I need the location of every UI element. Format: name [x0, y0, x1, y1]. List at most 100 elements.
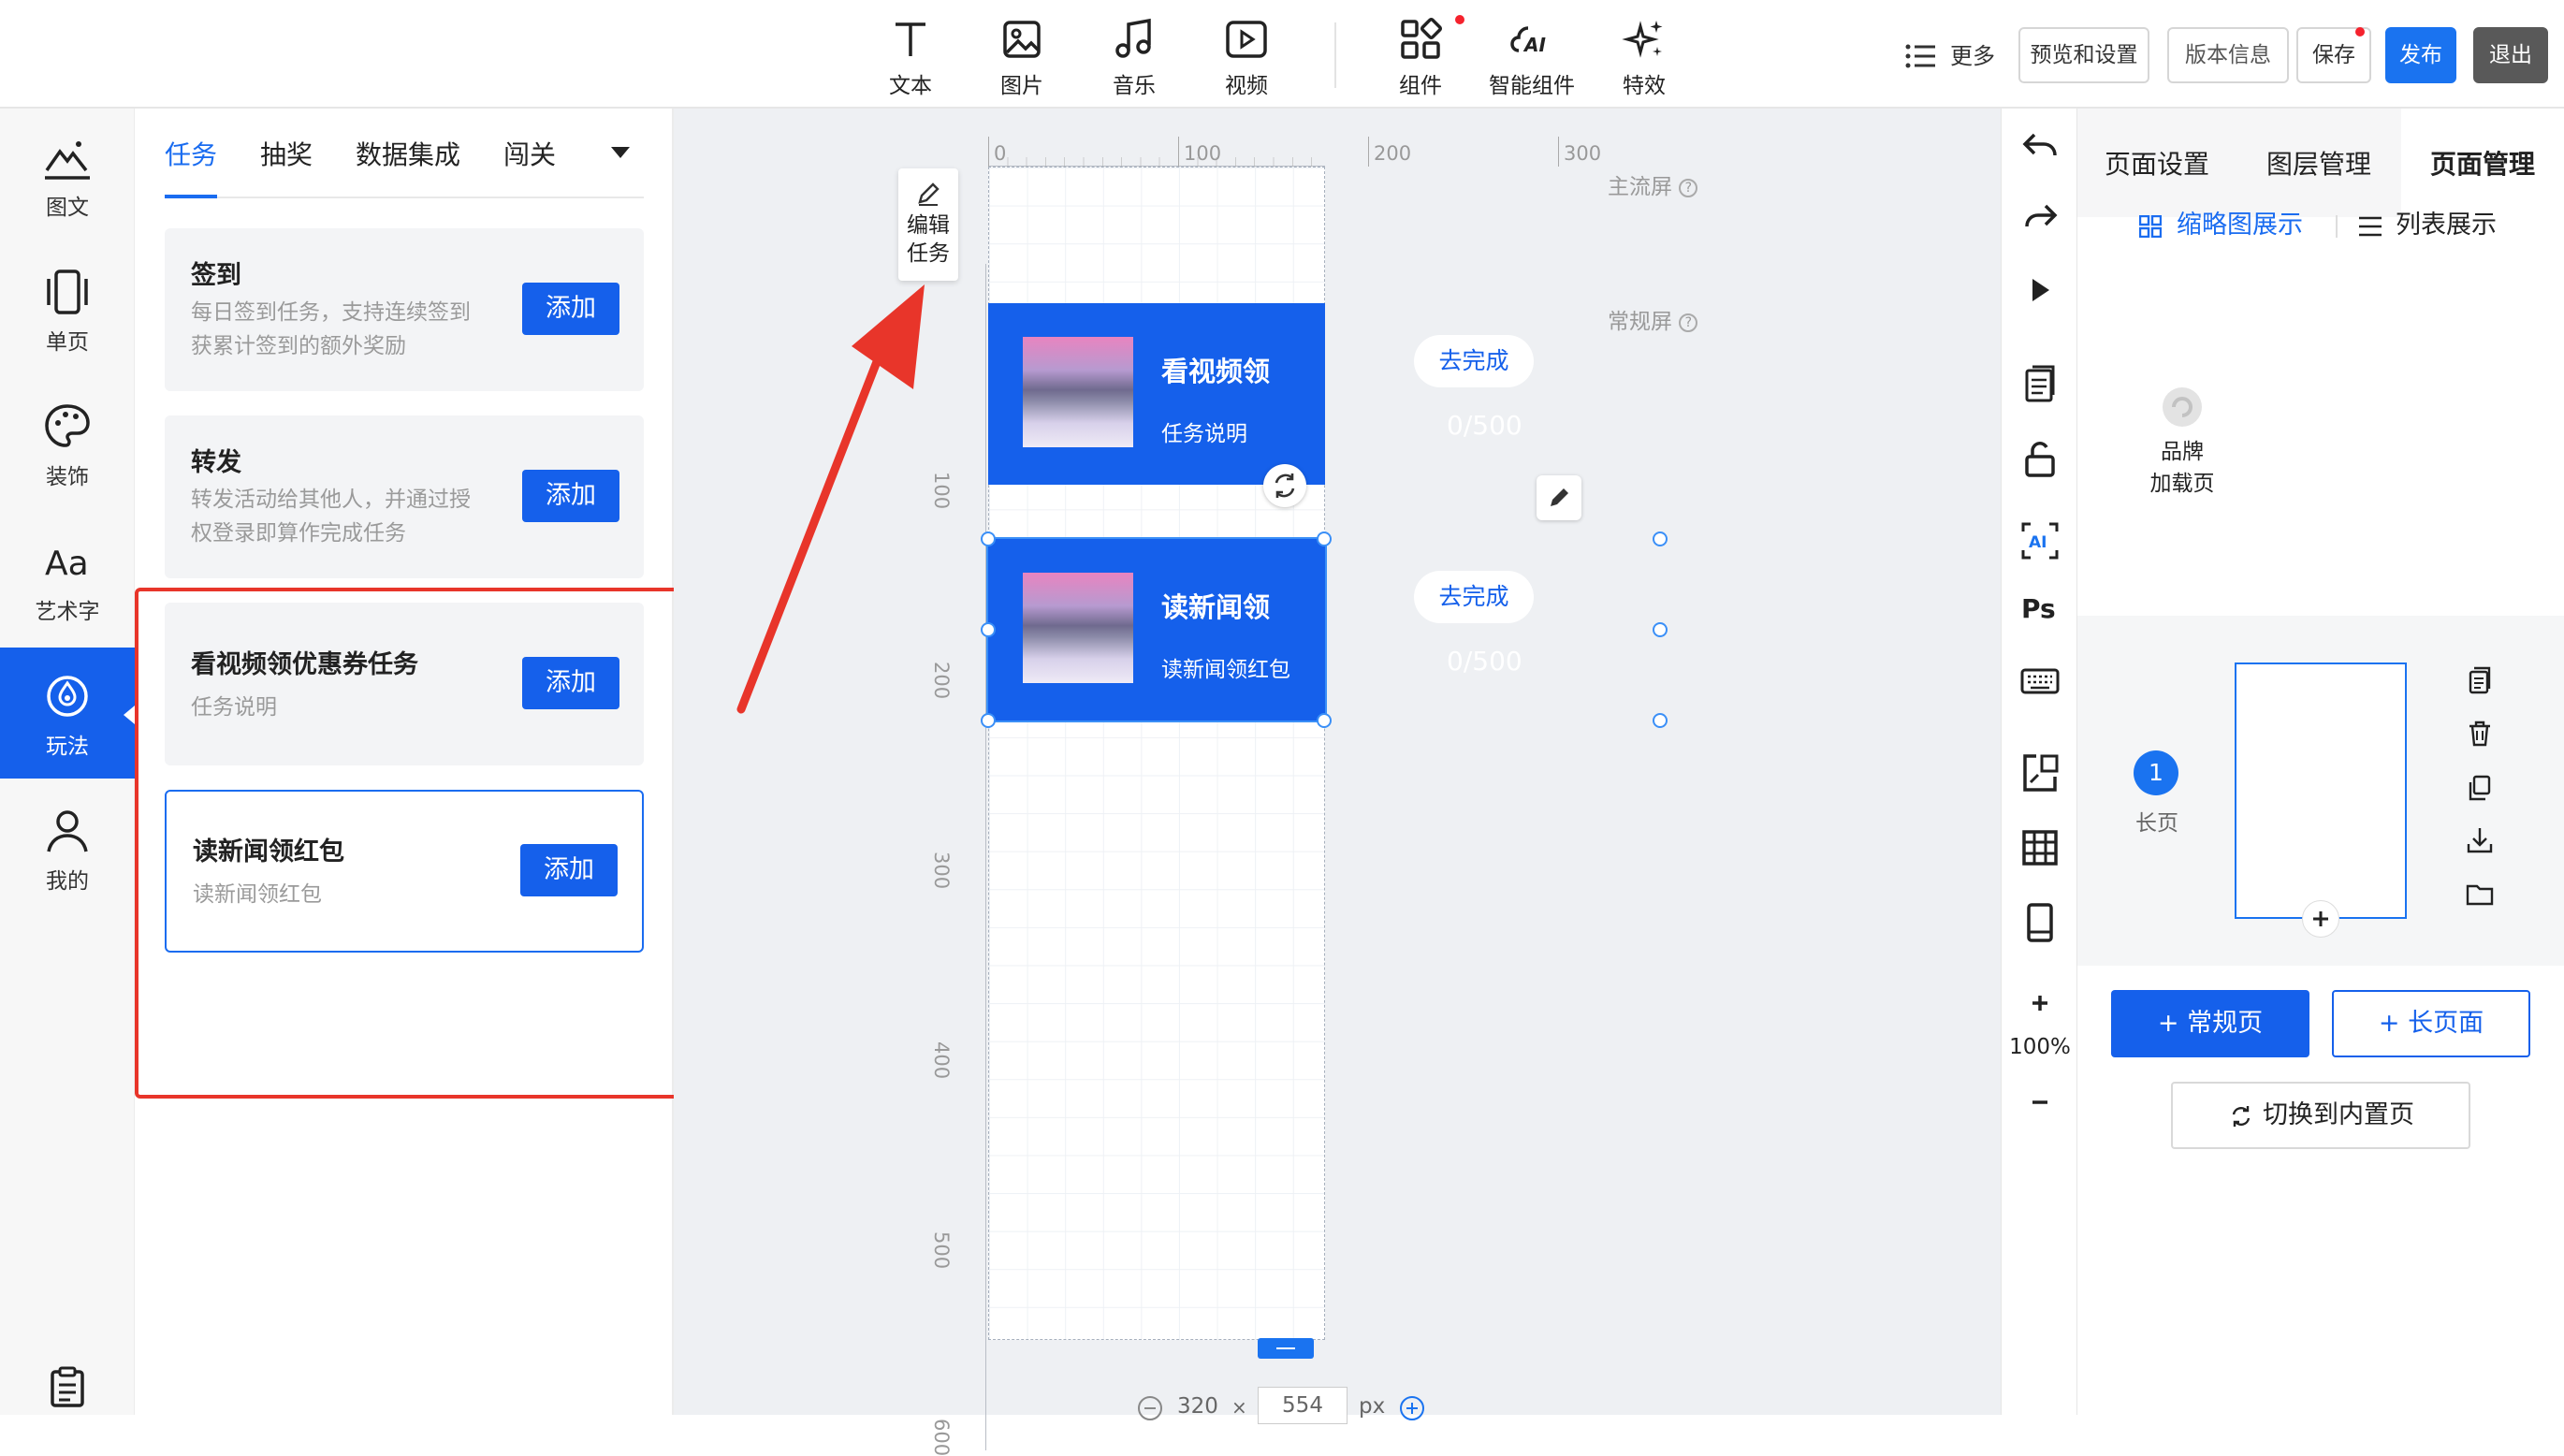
resize-handle[interactable] [981, 531, 996, 546]
add-button[interactable]: 添加 [522, 470, 619, 522]
page-height-input[interactable]: 554 [1258, 1387, 1348, 1424]
tab-active-underline [165, 195, 217, 198]
add-button[interactable]: 添加 [522, 283, 619, 335]
download-icon[interactable] [2463, 823, 2497, 857]
tab-data-integration[interactable]: 数据集成 [356, 135, 460, 172]
zoom-in-icon[interactable] [1398, 1394, 1426, 1422]
ruler-label: 300 [930, 852, 953, 890]
add-regular-page-button[interactable]: + 常规页 [2111, 990, 2309, 1057]
resize-handle[interactable] [1653, 713, 1668, 728]
mobile-preview-icon[interactable] [2018, 900, 2062, 945]
help-icon[interactable]: ? [1679, 313, 1698, 332]
card-title: 转发 [191, 448, 241, 477]
task-thumbnail [1023, 337, 1133, 447]
page-height-handle[interactable] [1258, 1338, 1314, 1359]
widget-panel: 任务 抽奖 数据集成 闯关 签到 每日签到任务，支持连续签到获累计签到的额外奖励… [135, 109, 681, 1415]
add-page-after-button[interactable] [2302, 900, 2339, 938]
quick-edit-button[interactable] [1537, 475, 1581, 520]
keyboard-icon[interactable] [2018, 659, 2062, 704]
video-icon [1226, 21, 1267, 58]
redo-icon[interactable] [2018, 195, 2062, 240]
resize-handle[interactable] [1653, 531, 1668, 546]
times-sign: × [1231, 1396, 1247, 1419]
grid-icon[interactable] [2018, 825, 2062, 870]
rotate-handle[interactable] [1263, 464, 1306, 507]
version-info-button[interactable]: 版本信息 [2167, 27, 2289, 83]
folder-icon[interactable] [2463, 878, 2497, 911]
resize-handle[interactable] [1317, 713, 1332, 728]
task-subtitle: 任务说明 [1161, 422, 1247, 446]
brand-loading-page[interactable]: 品牌 加载页 [2134, 386, 2231, 500]
canvas-task-card-selected[interactable]: 读新闻领 去完成 读新闻领红包 0/500 [986, 537, 1534, 722]
highlight-box [135, 588, 681, 1099]
zoom-plus-icon[interactable] [2018, 981, 2062, 1026]
layout-import-icon[interactable] [2018, 750, 2062, 795]
tab-layer-manager[interactable]: 图层管理 [2236, 127, 2401, 202]
components-new-dot [1455, 15, 1464, 24]
tab-task[interactable]: 任务 [165, 135, 217, 172]
pencil-icon [1551, 488, 1568, 506]
complete-button[interactable]: 去完成 [1414, 335, 1534, 387]
list-view-toggle[interactable]: 列表展示 [2358, 206, 2497, 245]
svg-text:AI: AI [1522, 34, 1546, 56]
exit-button[interactable]: 退出 [2473, 27, 2548, 83]
resize-handle[interactable] [1317, 531, 1332, 546]
tool-components[interactable]: 组件 [1369, 17, 1472, 99]
thumbnail-view-toggle[interactable]: 缩略图展示 [2139, 206, 2303, 245]
photoshop-icon[interactable]: Ps [2018, 584, 2062, 629]
tabs-dropdown-icon[interactable] [610, 146, 631, 159]
more-menu[interactable]: 更多 [1905, 37, 1995, 75]
canvas-task-card[interactable]: 看视频领 去完成 任务说明 0/500 [988, 303, 1534, 485]
complete-button[interactable]: 去完成 [1414, 571, 1534, 623]
ai-cutout-icon[interactable]: AI [2018, 518, 2062, 563]
image-icon [1003, 21, 1041, 58]
tool-ai-component[interactable]: AI 智能组件 [1480, 17, 1583, 99]
switch-builtin-page-button[interactable]: 切换到内置页 [2171, 1082, 2470, 1149]
refresh-icon [2232, 1105, 2251, 1127]
resize-handle[interactable] [981, 622, 996, 637]
task-card-share: 转发 转发活动给其他人，并通过授权登录即算作完成任务 添加 [165, 415, 644, 578]
copy-to-icon[interactable] [2463, 771, 2497, 805]
rail-item-gameplay[interactable]: 玩法 [0, 648, 135, 779]
zoom-out-icon[interactable] [1136, 1394, 1164, 1422]
add-long-page-button[interactable]: + 长页面 [2332, 990, 2530, 1057]
tool-text[interactable]: 文本 [859, 17, 962, 99]
rail-item-mine[interactable]: 我的 [0, 782, 135, 913]
page-thumbnail[interactable] [2235, 662, 2407, 919]
tool-video[interactable]: 视频 [1195, 17, 1298, 99]
tab-page-settings[interactable]: 页面设置 [2077, 127, 2236, 202]
gameplay-icon [47, 676, 88, 717]
canvas-tools: AI Ps 100% [2001, 109, 2077, 1415]
tab-page-manager[interactable]: 页面管理 [2401, 127, 2564, 202]
resize-handle[interactable] [981, 713, 996, 728]
zoom-minus-icon[interactable] [2018, 1080, 2062, 1125]
publish-button[interactable]: 发布 [2385, 27, 2456, 83]
tool-effects[interactable]: 特效 [1593, 17, 1696, 99]
duplicate-page-icon[interactable] [2463, 664, 2497, 698]
rail-item-decoration[interactable]: 装饰 [0, 378, 135, 509]
rail-item-graphic[interactable]: 图文 [0, 109, 135, 240]
more-label: 更多 [1950, 43, 1995, 69]
help-icon[interactable]: ? [1679, 178, 1698, 197]
rail-item-label: 装饰 [46, 465, 89, 489]
undo-icon[interactable] [2018, 124, 2062, 168]
copy-icon[interactable] [2018, 361, 2062, 406]
clipboard-icon[interactable] [47, 1366, 88, 1407]
rail-item-single-page[interactable]: 单页 [0, 243, 135, 374]
tool-music[interactable]: 音乐 [1083, 17, 1186, 99]
rail-item-art-text[interactable]: Aa 艺术字 [0, 513, 135, 644]
tool-image[interactable]: 图片 [970, 17, 1073, 99]
pages-area: 1 长页 [2077, 616, 2564, 966]
tab-challenge[interactable]: 闯关 [503, 135, 556, 172]
resize-handle[interactable] [1653, 622, 1668, 637]
rail-item-label: 我的 [46, 869, 89, 894]
preview-settings-button[interactable]: 预览和设置 [2018, 27, 2149, 83]
trash-icon[interactable] [2463, 717, 2497, 750]
page-manager-panel: 页面设置 图层管理 页面管理 缩略图展示 列表展示 品牌 加载页 1 长页 + … [2077, 109, 2564, 1415]
unlock-icon[interactable] [2018, 436, 2062, 481]
tab-lottery[interactable]: 抽奖 [260, 135, 313, 172]
play-icon[interactable] [2018, 268, 2062, 313]
tool-image-label: 图片 [1000, 74, 1043, 98]
ruler-label: 200 [1374, 142, 1412, 165]
components-icon [1401, 17, 1443, 59]
